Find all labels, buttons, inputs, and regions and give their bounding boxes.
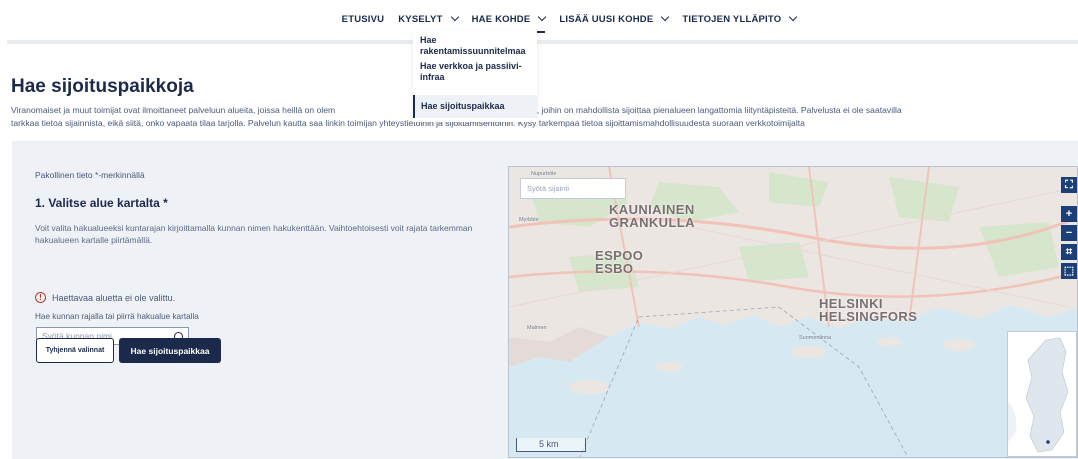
dropdown-item-sijoituspaikka[interactable]: Hae sijoituspaikkaa: [413, 95, 537, 118]
section-description: Voit valita hakualueeksi kuntarajan kirj…: [35, 223, 473, 245]
clear-selections-button[interactable]: Tyhjennä valinnat: [36, 338, 114, 363]
map-label-grankulla: GRANKULLA: [609, 215, 695, 230]
chevron-down-icon: [450, 12, 459, 22]
validation-error: ! Haettavaa aluetta ei ole valittu.: [35, 292, 175, 303]
intro-line-1: Viranomaiset ja muut toimijat ovat ilmoi…: [11, 105, 902, 115]
overview-map-image: [1008, 332, 1076, 456]
map-overview-minimap[interactable]: [1007, 331, 1077, 457]
map-label-nupurbole: Nupurböle: [531, 171, 557, 177]
intro-line-2: tarkkaa tietoa sijainnista, eikä siitä, …: [11, 118, 805, 128]
page-intro: Viranomaiset ja muut toimijat ovat ilmoi…: [11, 104, 1078, 130]
map-label-myrbble: Myrbble: [519, 217, 539, 223]
dropdown-item-rakentamissuunnitelma[interactable]: Hae rakentamissuunnitelmaa: [413, 33, 537, 59]
nav-divider: [7, 40, 1078, 44]
nav-label: KYSELYT: [398, 13, 443, 25]
map-controls: ⛶ + − ⌗ ⬚: [1061, 177, 1077, 279]
nav-label: LISÄÄ UUSI KOHDE: [559, 13, 654, 25]
map-label-esbo: ESBO: [595, 261, 634, 276]
municipality-field-label: Hae kunnan rajalla tai piirrä hakualue k…: [35, 312, 199, 321]
error-icon: !: [35, 292, 46, 303]
nav-item-etusivu[interactable]: ETUSIVU: [342, 9, 385, 29]
nav-item-kyselyt[interactable]: KYSELYT: [398, 9, 459, 29]
hae-kohde-dropdown: Hae rakentamissuunnitelmaa Hae verkkoa j…: [413, 31, 537, 122]
nav-label: TIETOJEN YLLÄPITO: [682, 13, 782, 25]
draw-freehand-icon[interactable]: ⬚: [1061, 263, 1077, 279]
error-text: Haettavaa aluetta ei ole valittu.: [52, 292, 176, 303]
search-location-button[interactable]: Hae sijoituspaikkaa: [119, 338, 221, 363]
draw-area-icon[interactable]: ⌗: [1061, 244, 1077, 260]
zoom-in-icon[interactable]: +: [1061, 206, 1077, 222]
top-navigation: ETUSIVU KYSELYT HAE KOHDE LISÄÄ UUSI KOH…: [0, 0, 1078, 38]
map-view[interactable]: Nupurböle KAUNIAINEN GRANKULLA Myrbble E…: [508, 166, 1078, 458]
map-scale-bar: 5 km: [516, 438, 586, 452]
chevron-down-icon: [538, 12, 547, 22]
map-label-malmen: Malmen: [527, 325, 547, 331]
nav-item-hae-kohde[interactable]: HAE KOHDE: [471, 9, 547, 33]
map-location-search-input[interactable]: [520, 178, 626, 199]
nav-item-lisaa-uusi-kohde[interactable]: LISÄÄ UUSI KOHDE: [559, 9, 670, 29]
nav-label: HAE KOHDE: [471, 13, 531, 25]
page-title: Hae sijoituspaikkoja: [11, 76, 194, 97]
dropdown-item-verkko-passiivi-infra[interactable]: Hae verkkoa ja passiivi-infraa: [413, 59, 537, 85]
map-label-suomenlinna: Suomenlinna: [799, 335, 832, 341]
map-label-helsingfors: HELSINGFORS: [819, 309, 918, 324]
zoom-out-icon[interactable]: −: [1061, 225, 1077, 241]
map-base-layer: [509, 167, 1077, 457]
chevron-down-icon: [661, 12, 670, 22]
nav-item-tietojen-yllapito[interactable]: TIETOJEN YLLÄPITO: [682, 9, 798, 29]
chevron-down-icon: [789, 12, 798, 22]
required-note: Pakollinen tieto *-merkinnällä: [35, 170, 145, 180]
nav-label: ETUSIVU: [341, 13, 385, 25]
fullscreen-icon[interactable]: ⛶: [1061, 177, 1077, 193]
section-title: 1. Valitse alue kartalta *: [35, 196, 168, 210]
